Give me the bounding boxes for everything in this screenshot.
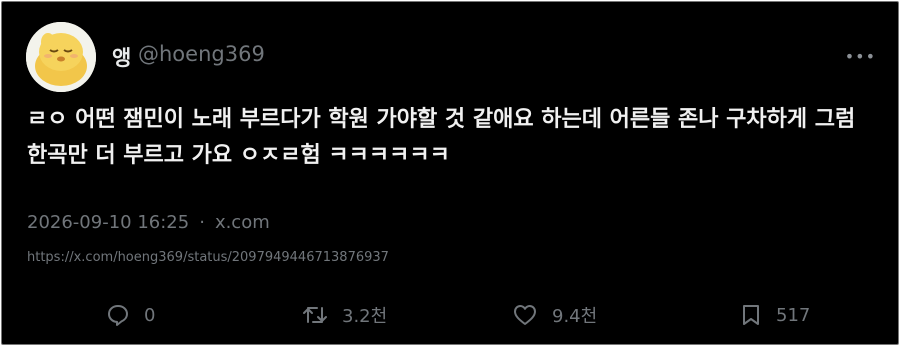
tweet-card: 앵 @hoeng369 ••• ㄹㅇ 어떤 잼민이 노래 부르다가 학원 가야할… [1,1,899,345]
tweet-text: ㄹㅇ 어떤 잼민이 노래 부르다가 학원 가야할 것 같애요 하는데 어른들 존… [27,107,856,168]
retweet-button[interactable]: 3.2천 [302,298,387,332]
bookmark-count: 517 [776,304,811,326]
meta-separator: · [199,212,205,233]
tweet-meta: 2026-09-10 16:25 · x.com [27,212,270,233]
timestamp[interactable]: 2026-09-10 16:25 [27,212,189,233]
heart-icon [514,305,536,325]
retweet-count: 3.2천 [342,306,388,327]
author-name[interactable]: 앵 [112,42,131,72]
reply-count: 0 [144,304,156,326]
source: x.com [214,212,270,233]
avatar[interactable] [26,22,96,92]
like-count: 9.4천 [552,306,598,327]
bookmark-icon [743,305,759,325]
author-handle[interactable]: @hoeng369 [138,42,265,66]
reply-icon [108,305,128,326]
more-icon[interactable]: ••• [845,49,876,65]
tweet-url[interactable]: https://x.com/hoeng369/status/2097949446… [27,250,389,265]
reply-button[interactable]: 0 [106,298,155,332]
action-bar: 0 3.2천 9.4천 517 [2,298,898,332]
like-button[interactable]: 9.4천 [512,298,597,332]
bookmark-button[interactable]: 517 [740,298,810,332]
retweet-icon [303,307,327,323]
avatar-image [26,22,96,92]
